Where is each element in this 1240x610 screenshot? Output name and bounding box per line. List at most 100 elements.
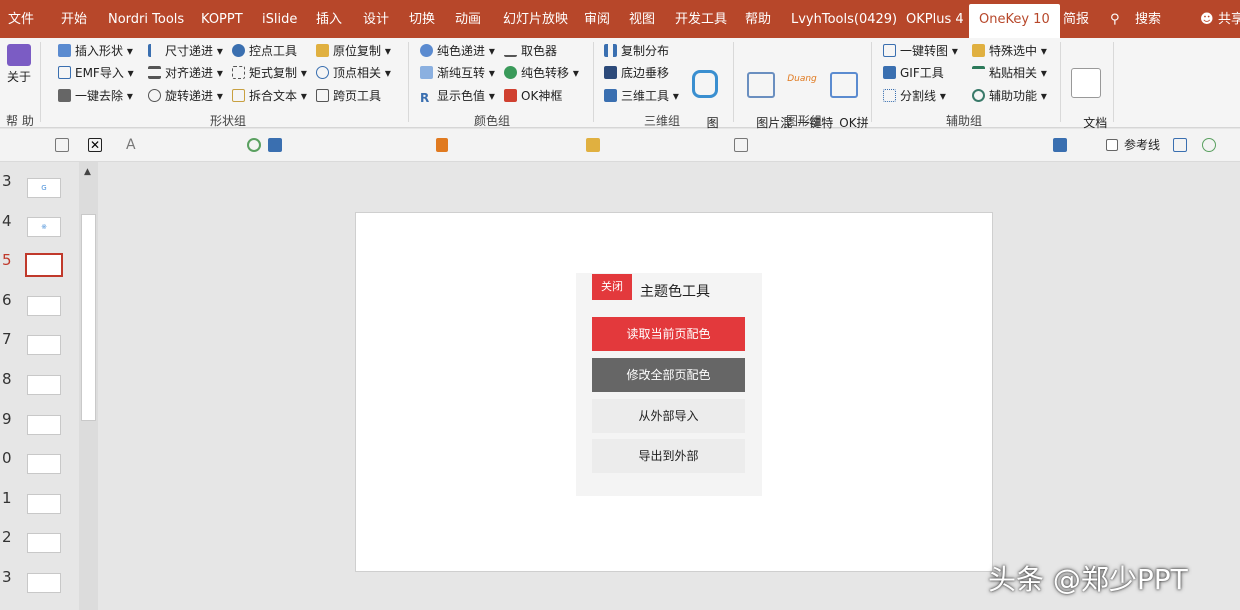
- group-label-aux: 辅助组: [946, 114, 983, 128]
- copy-icon: [316, 44, 329, 57]
- scroll-up-icon[interactable]: ▲: [84, 167, 91, 177]
- rotate-progression-button[interactable]: 旋转递进 ▾: [148, 88, 223, 104]
- gif-tool-button[interactable]: GIF工具: [883, 65, 944, 81]
- duang-icon: Duang: [787, 74, 817, 84]
- ok-frame-button[interactable]: OK神框: [504, 88, 562, 104]
- insert-shape-icon: [58, 44, 71, 57]
- slide-thumbnail[interactable]: [27, 533, 61, 553]
- picture-icon[interactable]: [1173, 138, 1187, 152]
- tab-developer[interactable]: 开发工具: [675, 0, 727, 38]
- tab-view[interactable]: 视图: [629, 0, 655, 38]
- tab-onekey[interactable]: OneKey 10: [969, 4, 1060, 38]
- slide-thumbnail[interactable]: [27, 296, 61, 316]
- reference-line-label: 参考线: [1124, 138, 1161, 152]
- slide-thumbnail[interactable]: ※: [27, 217, 61, 237]
- tab-file[interactable]: 文件: [8, 0, 34, 38]
- watermark: 头条 @郑少PPT: [988, 563, 1188, 596]
- read-current-page-colors-button[interactable]: 读取当前页配色: [592, 317, 745, 351]
- slide-thumbnail[interactable]: [27, 494, 61, 514]
- group-label-image: 图形组: [786, 114, 823, 128]
- show-color-value-button[interactable]: R 显示色值 ▾: [420, 88, 495, 105]
- gradient-icon: [420, 66, 433, 79]
- tab-review[interactable]: 审阅: [584, 0, 610, 38]
- modify-all-page-colors-button[interactable]: 修改全部页配色: [592, 358, 745, 392]
- paint-bucket-icon: [504, 66, 517, 79]
- tab-briefing[interactable]: 简报: [1063, 0, 1089, 38]
- x-box-icon[interactable]: ✕: [88, 138, 102, 152]
- tab-slideshow[interactable]: 幻灯片放映: [503, 0, 568, 38]
- slide-thumbnail[interactable]: [27, 415, 61, 435]
- emf-import-button[interactable]: EMF导入 ▾: [58, 65, 134, 81]
- tab-animations[interactable]: 动画: [455, 0, 481, 38]
- ribbon: 关于 帮 助 插入形状 ▾ EMF导入 ▾ 一键去除 ▾ 尺寸递进 ▾ 对齐递进…: [0, 38, 1240, 144]
- text-a-icon[interactable]: A: [126, 138, 140, 152]
- tab-lvyhtools[interactable]: LvyhTools(0429): [791, 0, 897, 38]
- align-progression-button[interactable]: 对齐递进 ▾: [148, 65, 223, 81]
- fill-color-icon[interactable]: [268, 138, 282, 152]
- size-progression-button[interactable]: 尺寸递进 ▾: [148, 43, 223, 59]
- special-select-button[interactable]: 特殊选中 ▾: [972, 43, 1047, 59]
- search-icon[interactable]: ⚲: [1110, 0, 1120, 38]
- vertex-related-button[interactable]: 顶点相关 ▾: [316, 65, 391, 81]
- layers-icon: [604, 66, 617, 79]
- image-frame-icon[interactable]: [55, 138, 69, 152]
- control-point-tool-button[interactable]: 控点工具: [232, 43, 297, 59]
- aux-function-button[interactable]: 辅助功能 ▾: [972, 88, 1047, 104]
- cross-page-tool-button[interactable]: 跨页工具: [316, 88, 381, 104]
- distribute-icon: [604, 44, 617, 57]
- tab-home[interactable]: 开始: [61, 0, 87, 38]
- divider-line-button[interactable]: 分割线 ▾: [883, 88, 946, 104]
- tab-koppt[interactable]: KOPPT: [201, 0, 243, 38]
- close-button[interactable]: 关闭: [592, 274, 632, 300]
- import-from-external-button[interactable]: 从外部导入: [592, 399, 745, 433]
- paste-icon: [972, 66, 985, 79]
- bar-chart-icon[interactable]: [436, 138, 448, 152]
- tab-islide[interactable]: iSlide: [262, 0, 297, 38]
- slide-thumbnail[interactable]: [27, 573, 61, 593]
- bottom-edge-move-button[interactable]: 底边垂移: [604, 65, 669, 81]
- paste-related-button[interactable]: 粘贴相关 ▾: [972, 65, 1047, 81]
- in-place-copy-button[interactable]: 原位复制 ▾: [316, 43, 391, 59]
- scrollbar-thumb[interactable]: [81, 214, 96, 421]
- solid-color-progression-button[interactable]: 纯色递进 ▾: [420, 43, 495, 59]
- group-separator: [408, 42, 409, 122]
- tab-transitions[interactable]: 切换: [409, 0, 435, 38]
- slide-thumbnail[interactable]: [27, 454, 61, 474]
- tab-insert[interactable]: 插入: [316, 0, 342, 38]
- export-to-external-button[interactable]: 导出到外部: [592, 439, 745, 473]
- tab-design[interactable]: 设计: [363, 0, 389, 38]
- tab-search[interactable]: 搜索: [1135, 0, 1161, 38]
- slide-number: 2: [2, 528, 12, 546]
- share-icon[interactable]: ☻: [1200, 0, 1214, 38]
- slide-thumbnail[interactable]: G: [27, 178, 61, 198]
- slide-thumbnail-current[interactable]: [25, 253, 63, 277]
- one-click-remove-button[interactable]: 一键去除 ▾: [58, 88, 133, 104]
- matrix-copy-button[interactable]: 矩式复制 ▾: [232, 65, 307, 81]
- one-click-to-image-button[interactable]: 一键转图 ▾: [883, 43, 958, 59]
- color-picker-button[interactable]: 取色器: [504, 43, 557, 59]
- gradient-solid-convert-button[interactable]: 渐纯互转 ▾: [420, 65, 495, 81]
- reference-line-checkbox[interactable]: [1106, 139, 1118, 151]
- 3d-tool-button[interactable]: 三维工具 ▾: [604, 88, 679, 104]
- circle-icon[interactable]: [247, 138, 261, 152]
- square-fill-icon[interactable]: [1053, 138, 1067, 152]
- copy-distribute-button[interactable]: 复制分布: [604, 43, 669, 59]
- slide-thumbnail[interactable]: [27, 335, 61, 355]
- thumbnail-scrollbar[interactable]: ▲: [79, 162, 98, 610]
- matrix-icon: [232, 66, 245, 79]
- split-merge-text-button[interactable]: 拆合文本 ▾: [232, 88, 307, 104]
- insert-shape-button[interactable]: 插入形状 ▾: [58, 43, 133, 59]
- shape-fill-icon[interactable]: [586, 138, 600, 152]
- tab-nordri-tools[interactable]: Nordri Tools: [108, 0, 184, 38]
- image-stack-icon: [747, 72, 775, 98]
- about-button[interactable]: 关于: [4, 44, 34, 84]
- slide-canvas[interactable]: 关闭 主题色工具 读取当前页配色 修改全部页配色 从外部导入 导出到外部: [355, 212, 993, 572]
- circle-outline-icon[interactable]: [1202, 138, 1216, 152]
- tab-share[interactable]: 共享: [1218, 0, 1240, 38]
- color-transfer-button[interactable]: 纯色转移 ▾: [504, 65, 579, 81]
- close-box-icon[interactable]: [734, 138, 748, 152]
- tab-help[interactable]: 帮助: [745, 0, 771, 38]
- tab-okplus[interactable]: OKPlus 4: [906, 0, 964, 38]
- slide-thumbnail[interactable]: [27, 375, 61, 395]
- slide-number: 4: [2, 212, 12, 230]
